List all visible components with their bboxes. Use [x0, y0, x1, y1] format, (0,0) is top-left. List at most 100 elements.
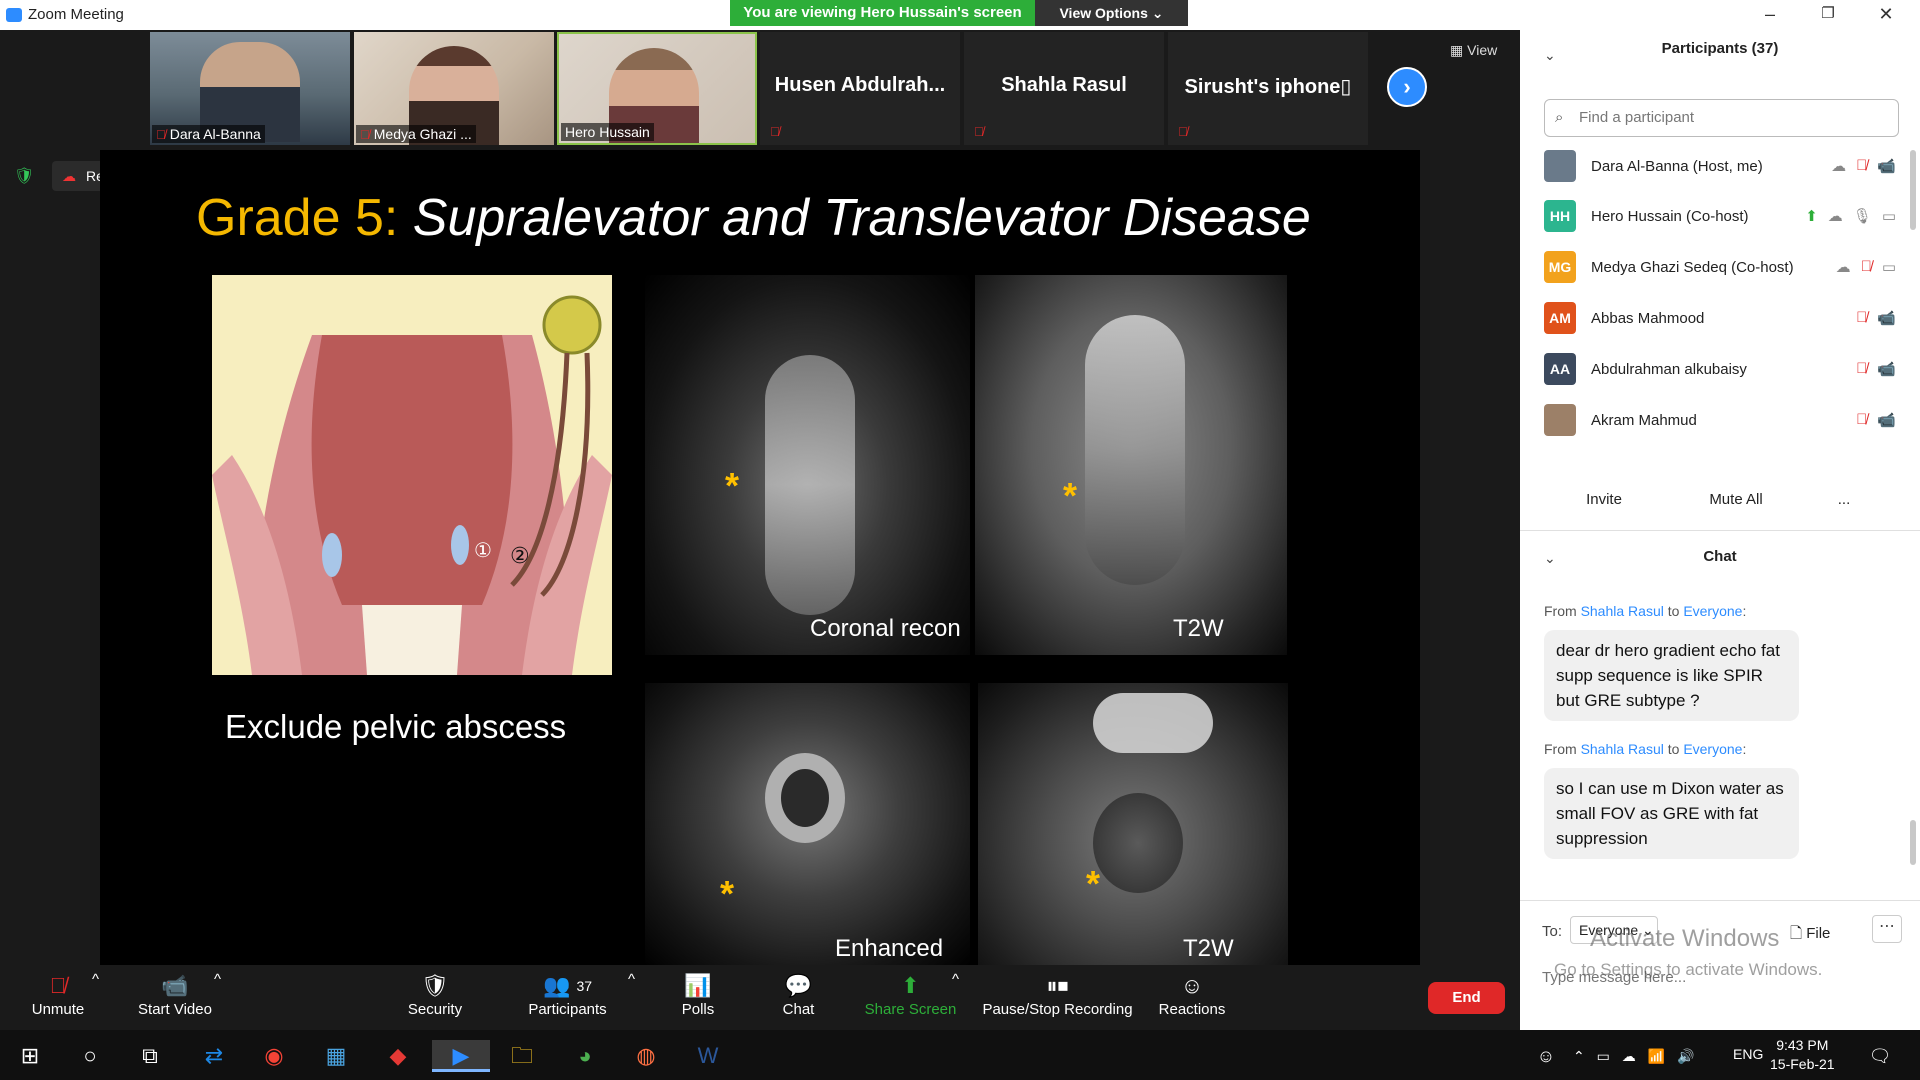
- share-options-caret-icon[interactable]: ^: [952, 971, 959, 988]
- pdf-app-icon[interactable]: ◆: [380, 1040, 416, 1072]
- chrome-icon[interactable]: ◕: [567, 1040, 603, 1072]
- video-off-icon[interactable]: 📹: [1877, 360, 1896, 378]
- people-icon[interactable]: ☺: [1528, 1040, 1564, 1072]
- restore-button[interactable]: ❐: [1808, 2, 1848, 26]
- view-options-button[interactable]: View Options ⌄: [1035, 0, 1188, 26]
- audio-options-caret-icon[interactable]: ^: [92, 971, 99, 988]
- file-button[interactable]: 🗋 File: [1790, 923, 1830, 948]
- pause-stop-recording-button[interactable]: ⏸⏹ Pause/Stop Recording: [980, 971, 1135, 1018]
- polls-button[interactable]: 📊 Polls: [672, 971, 724, 1018]
- mic-icon[interactable]: 🎙: [1853, 207, 1872, 225]
- close-button[interactable]: ✕: [1866, 2, 1906, 26]
- word-icon[interactable]: W: [690, 1040, 726, 1072]
- browser-app-icon[interactable]: ◉: [256, 1040, 292, 1072]
- participant-row[interactable]: HH Hero Hussain (Co-host) ⬆ ☁ 🎙 ▭: [1544, 196, 1896, 236]
- thumbnail-sirusht-iphone[interactable]: Sirusht's iphone▯ 🎙̸: [1168, 32, 1368, 145]
- participant-label: 🎙̸ Dara Al-Banna: [152, 125, 265, 143]
- participants-title: Participants (37): [1661, 40, 1779, 57]
- mic-muted-icon[interactable]: 🎙̸: [1856, 157, 1867, 175]
- smiley-icon: ☺: [1180, 973, 1204, 998]
- thumbnail-hero-hussain[interactable]: Hero Hussain: [557, 32, 757, 145]
- file-explorer-icon[interactable]: 🗀: [504, 1040, 540, 1072]
- file-icon: 🗋: [1790, 925, 1803, 942]
- mri-structure: [1093, 793, 1183, 893]
- video-off-icon[interactable]: 📹: [1877, 411, 1896, 429]
- encryption-shield-icon[interactable]: 🛡: [14, 166, 34, 186]
- notifications-icon[interactable]: 🗨: [1862, 1040, 1898, 1072]
- firefox-icon[interactable]: ◍: [628, 1040, 664, 1072]
- zoom-taskbar-icon[interactable]: ▶: [432, 1040, 490, 1072]
- video-off-icon[interactable]: 📹: [1877, 157, 1896, 175]
- share-screen-button[interactable]: ⬆ Share Screen: [863, 971, 958, 1018]
- language-indicator[interactable]: ENG: [1733, 1046, 1763, 1062]
- asterisk-marker: *: [1086, 863, 1101, 904]
- participant-row[interactable]: MG Medya Ghazi Sedeq (Co-host) ☁ 🎙̸ ▭: [1544, 247, 1896, 287]
- start-video-button[interactable]: 📹 Start Video: [130, 971, 220, 1018]
- activate-windows-watermark: Activate Windows: [1590, 925, 1780, 952]
- video-off-icon: 📹: [161, 973, 189, 998]
- minimize-button[interactable]: –: [1750, 2, 1790, 26]
- view-button[interactable]: ▦ View: [1450, 42, 1497, 59]
- thumbnail-medya-ghazi[interactable]: 🎙̸ Medya Ghazi ...: [354, 32, 554, 145]
- participant-row[interactable]: AM Abbas Mahmood 🎙̸ 📹: [1544, 298, 1896, 338]
- teamviewer-icon[interactable]: ⇄: [196, 1040, 232, 1072]
- end-meeting-button[interactable]: End: [1428, 982, 1505, 1014]
- participant-row[interactable]: AA Abdulrahman alkubaisy 🎙̸ 📹: [1544, 349, 1896, 389]
- chat-more-button[interactable]: ⋯: [1872, 915, 1902, 943]
- exclude-pelvic-abscess-text: Exclude pelvic abscess: [225, 708, 567, 745]
- unmute-button[interactable]: 🎙̸ Unmute: [26, 971, 90, 1018]
- find-participant-input[interactable]: ⌕ Find a participant: [1544, 99, 1899, 137]
- windows-start-icon[interactable]: ⊞: [12, 1040, 48, 1072]
- cloud-icon: ☁: [1827, 208, 1843, 225]
- thumbnail-dara-al-banna[interactable]: 🎙̸ Dara Al-Banna: [150, 32, 350, 145]
- cortana-search-icon[interactable]: ○: [72, 1040, 108, 1072]
- mic-muted-icon[interactable]: 🎙̸: [1856, 411, 1867, 429]
- mic-muted-icon[interactable]: 🎙̸: [1856, 360, 1867, 378]
- participant-row[interactable]: Akram Mahmud 🎙̸ 📹: [1544, 400, 1896, 440]
- chat-scrollbar[interactable]: [1910, 820, 1916, 865]
- task-view-icon[interactable]: ⧉: [132, 1040, 168, 1072]
- mic-muted-icon: 🎙̸: [974, 124, 984, 139]
- participant-row[interactable]: Dara Al-Banna (Host, me) ☁ 🎙̸ 📹: [1544, 146, 1896, 186]
- activate-windows-subtext: Go to Settings to activate Windows.: [1554, 960, 1823, 979]
- asterisk-marker: *: [720, 873, 735, 914]
- video-icon[interactable]: ▭: [1882, 207, 1896, 225]
- reactions-button[interactable]: ☺ Reactions: [1158, 971, 1226, 1018]
- video-options-caret-icon[interactable]: ^: [214, 971, 221, 988]
- spreadsheet-app-icon[interactable]: ▦: [318, 1040, 354, 1072]
- asterisk-marker: *: [1063, 475, 1078, 516]
- participants-button[interactable]: 👥 37 Participants: [520, 971, 615, 1018]
- slide-title: Grade 5: Supralevator and Translevator D…: [196, 188, 1311, 248]
- viewing-banner: You are viewing Hero Hussain's screen: [730, 0, 1035, 26]
- video-off-icon[interactable]: 📹: [1877, 309, 1896, 327]
- participant-name: Shahla Rasul: [1001, 74, 1127, 96]
- search-icon: ⌕: [1555, 109, 1564, 126]
- mic-muted-icon[interactable]: 🎙̸: [1856, 309, 1867, 327]
- clock[interactable]: 9:43 PM 15-Feb-21: [1770, 1036, 1835, 1074]
- participants-more-button[interactable]: ...: [1830, 485, 1858, 515]
- cloud-icon: ☁: [1835, 259, 1851, 276]
- thumbnail-husen-abdulrah[interactable]: Husen Abdulrah... 🎙̸: [760, 32, 960, 145]
- meeting-area: 🎙̸ Dara Al-Banna 🎙̸ Medya Ghazi ... Hero H…: [0, 30, 1520, 965]
- chat-button[interactable]: 💬 Chat: [776, 971, 821, 1018]
- mic-muted-icon: 🎙̸: [1178, 124, 1188, 139]
- participants-options-caret-icon[interactable]: ^: [628, 971, 635, 988]
- avatar: AM: [1544, 302, 1576, 334]
- participants-scrollbar[interactable]: [1910, 150, 1916, 230]
- next-page-arrow-icon[interactable]: ›: [1387, 67, 1427, 107]
- marker-2: ②: [510, 543, 530, 568]
- slide-title-text: Supralevator and Translevator Disease: [412, 189, 1311, 247]
- thumbnail-shahla-rasul[interactable]: Shahla Rasul 🎙̸: [964, 32, 1164, 145]
- avatar: MG: [1544, 251, 1576, 283]
- title-bar: Zoom Meeting You are viewing Hero Hussai…: [0, 0, 1920, 30]
- security-button[interactable]: 🛡 Security: [400, 971, 470, 1018]
- invite-button[interactable]: Invite: [1572, 485, 1636, 515]
- mute-all-button[interactable]: Mute All: [1692, 485, 1780, 515]
- mic-muted-icon[interactable]: 🎙̸: [1861, 258, 1872, 276]
- video-icon[interactable]: ▭: [1882, 258, 1896, 276]
- cloud-icon: ☁: [1831, 158, 1847, 175]
- mic-muted-icon: 🎙̸: [360, 126, 370, 142]
- system-tray-icons[interactable]: ⌃ ▭ ☁ 📶 🔊: [1573, 1040, 1723, 1072]
- share-screen-icon: ⬆: [901, 973, 920, 998]
- chat-message-bubble: dear dr hero gradient echo fat supp sequ…: [1544, 630, 1799, 721]
